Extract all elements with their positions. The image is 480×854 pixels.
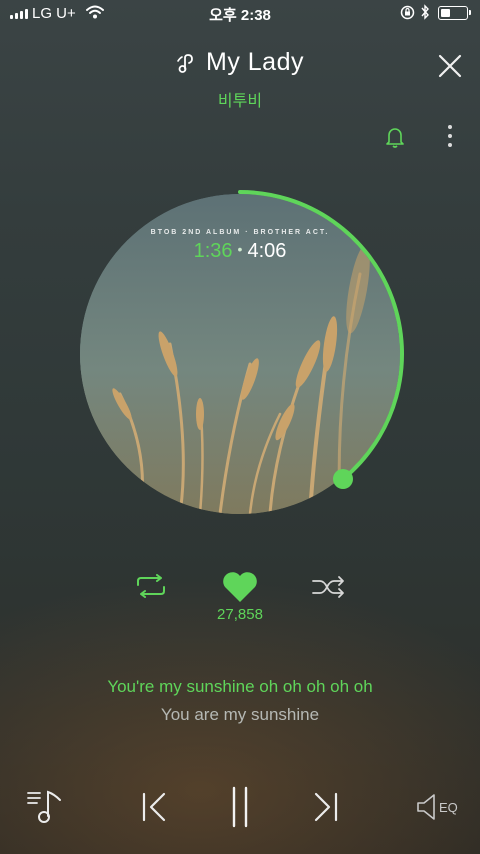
total-duration: 4:06 [247,240,287,262]
playlist-icon[interactable] [26,788,66,826]
current-lyric-line[interactable]: You're my sunshine oh oh oh oh oh [0,677,480,697]
heart-icon[interactable] [220,570,260,604]
elapsed-time: 1:36 [193,240,233,262]
playback-time: 1:36 • 4:06 [80,240,400,263]
progress-knob[interactable] [333,468,354,489]
bluetooth-icon [421,4,429,20]
speaker-icon [417,794,435,820]
next-lyric-line[interactable]: You are my sunshine [0,705,480,725]
eq-label: EQ [439,799,458,815]
music-hand-icon [177,53,193,73]
shuffle-icon[interactable] [311,575,347,599]
close-icon[interactable] [434,50,466,82]
song-title: My Lady [206,48,304,76]
artist-name[interactable]: 비투비 [0,87,480,111]
next-icon[interactable] [312,791,340,823]
previous-icon[interactable] [140,791,168,823]
rotation-lock-icon [400,5,415,20]
album-caption: BTOB 2ND ALBUM · BROTHER ACT. [150,229,330,236]
bell-icon[interactable] [384,125,406,149]
like-count: 27,858 [217,606,263,623]
time-separator: • [237,241,243,257]
pause-icon[interactable] [229,786,251,828]
battery-icon [438,6,471,20]
song-header: My Lady [0,48,480,77]
more-vertical-icon[interactable] [440,122,460,152]
status-bar: LG U+ 오후 2:38 [0,0,480,26]
repeat-icon[interactable] [134,574,168,598]
eq-button[interactable]: EQ [416,792,458,822]
